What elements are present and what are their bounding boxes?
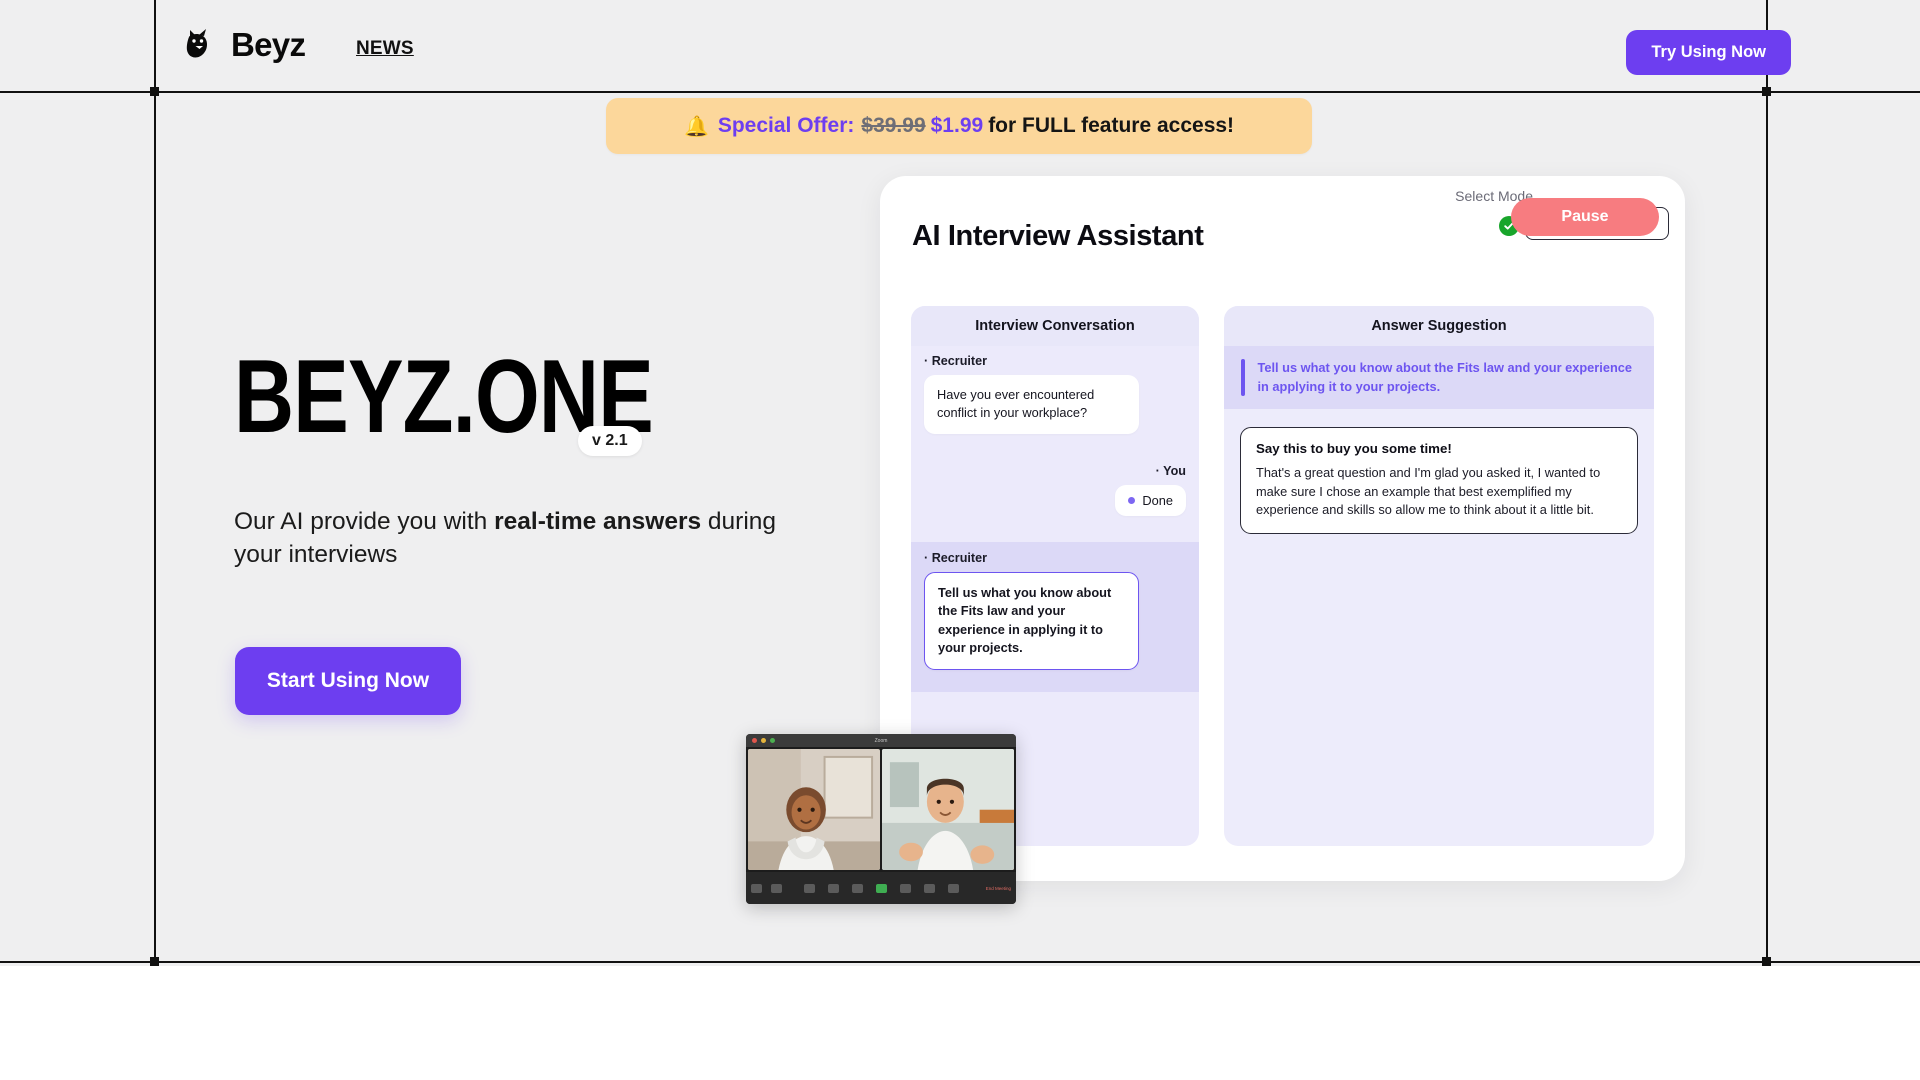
participant-video-2 — [882, 749, 1014, 870]
crop-mark-right-vertical — [1766, 0, 1768, 966]
pause-button[interactable]: Pause — [1511, 198, 1659, 236]
crop-mark-bottom-horizontal — [0, 961, 1920, 963]
page-root: Beyz NEWS Try Using Now 🔔 Special Offer:… — [0, 0, 1920, 1080]
participant-tile[interactable] — [748, 749, 880, 870]
assistant-panels: Interview Conversation · Recruiter Have … — [911, 306, 1654, 846]
answer-card-body: That's a great question and I'm glad you… — [1256, 465, 1601, 518]
crop-mark-dot-br — [1762, 957, 1771, 966]
special-offer-banner[interactable]: 🔔 Special Offer: $39.99 $1.99 for FULL f… — [606, 98, 1312, 154]
turn-speaker-label: · Recruiter — [924, 550, 987, 565]
microphone-icon[interactable] — [751, 883, 762, 893]
offer-old-price: $39.99 — [861, 114, 926, 137]
beyz-cat-logo-icon — [186, 29, 207, 58]
version-badge: v 2.1 — [578, 426, 642, 456]
answer-panel-header: Answer Suggestion — [1224, 306, 1654, 346]
video-call-titlebar: Zoom — [746, 734, 1016, 747]
status-dot-icon — [1128, 496, 1136, 504]
share-screen-icon[interactable] — [803, 883, 815, 893]
bell-icon: 🔔 — [683, 115, 709, 138]
participant-tile[interactable] — [882, 749, 1014, 870]
hero-subtitle-bold: real-time answers — [494, 508, 702, 535]
video-call-window[interactable]: Zoom End Meeting — [746, 734, 1016, 904]
quoted-question-block: Tell us what you know about the Fits law… — [1224, 346, 1654, 410]
message-bubble-active[interactable]: Tell us what you know about the Fits law… — [924, 571, 1139, 670]
app-title: AI Interview Assistant — [912, 220, 1204, 252]
reactions-icon[interactable] — [923, 883, 935, 893]
try-using-now-button[interactable]: Try Using Now — [1626, 30, 1791, 75]
nav-link-news[interactable]: NEWS — [356, 38, 414, 60]
offer-label: Special Offer: — [717, 114, 855, 137]
crop-mark-dot-bl — [150, 957, 159, 966]
done-chip-row: Done — [924, 484, 1186, 516]
conversation-turn-active: · Recruiter Tell us what you know about … — [911, 541, 1199, 692]
landing-page: Beyz NEWS Try Using Now 🔔 Special Offer:… — [0, 0, 1920, 1080]
conversation-panel-header: Interview Conversation — [911, 306, 1199, 346]
hero-subtitle: Our AI provide you with real-time answer… — [234, 505, 794, 572]
quote-accent-bar — [1241, 359, 1245, 397]
brand-logo-text: Beyz — [231, 26, 306, 63]
conversation-turn: · Recruiter Have you ever encountered co… — [911, 346, 1199, 438]
video-call-window-title: Zoom — [874, 737, 888, 744]
turn-speaker-label: · You — [1155, 463, 1186, 478]
message-bubble[interactable]: Have you ever encountered conflict in yo… — [924, 375, 1139, 434]
offer-new-price: $1.99 — [930, 114, 984, 137]
status-badge-label: Done — [1142, 492, 1173, 508]
answer-suggestion-card[interactable]: Say this to buy you some time! That's a … — [1240, 427, 1638, 535]
status-badge: Done — [1115, 484, 1186, 516]
brand-logo[interactable]: Beyz — [186, 26, 306, 64]
video-call-toolbar: End Meeting — [746, 872, 1016, 904]
end-meeting-button[interactable]: End Meeting — [986, 886, 1011, 891]
answer-suggestion-panel: Answer Suggestion Tell us what you know … — [1224, 306, 1654, 846]
crop-mark-left-vertical — [154, 0, 156, 966]
video-call-toolbar-left — [751, 883, 782, 893]
chat-icon[interactable] — [851, 883, 863, 893]
video-call-stage — [746, 747, 1016, 872]
offer-tail-text: for FULL feature access! — [988, 114, 1235, 137]
participants-icon[interactable] — [827, 883, 839, 893]
hero-subtitle-pre: Our AI provide you with — [234, 508, 495, 535]
more-options-icon[interactable] — [947, 883, 959, 893]
share-icon[interactable] — [875, 883, 887, 893]
conversation-turn: · You Done — [911, 438, 1199, 520]
participant-video-1 — [748, 749, 880, 870]
turn-speaker-label: · Recruiter — [924, 354, 987, 368]
quoted-question-text: Tell us what you know about the Fits law… — [1257, 360, 1633, 394]
start-using-now-button[interactable]: Start Using Now — [235, 647, 461, 715]
camera-icon[interactable] — [771, 883, 782, 893]
record-icon[interactable] — [899, 883, 911, 893]
conversation-body: · Recruiter Have you ever encountered co… — [911, 346, 1199, 692]
answer-card-title: Say this to buy you some time! — [1256, 441, 1452, 457]
top-navigation-bar: Beyz NEWS Try Using Now — [0, 0, 1920, 100]
